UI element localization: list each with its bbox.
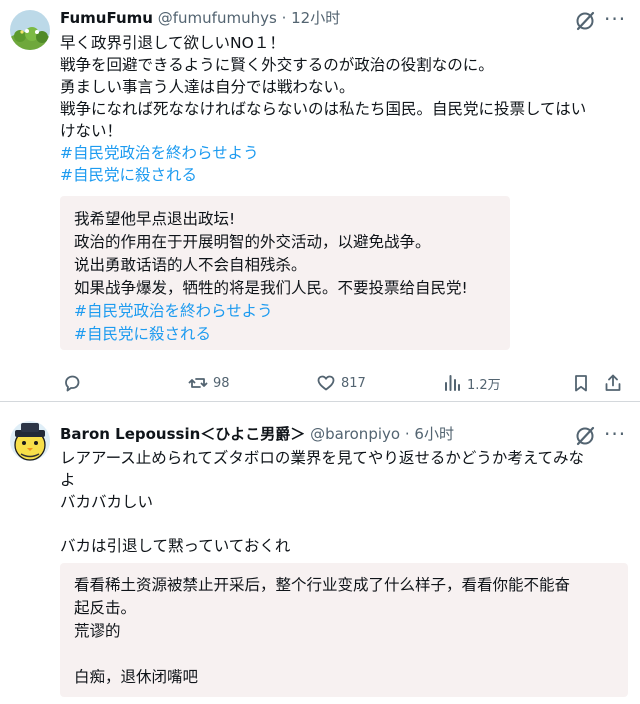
separator-dot: · [404, 425, 410, 443]
retweet-count: 98 [213, 375, 230, 391]
tweet-header: FumuFumu @fumufumuhys · 12小时 [60, 7, 340, 29]
translation-box: 看看稀土资源被禁止开采后，整个行业变成了什么样子，看看你能不能奋 起反击。 荒谬… [60, 563, 628, 697]
tweet-2[interactable]: Baron Lepoussin＜ひよこ男爵＞ @baronpiyo · 6小时 … [0, 403, 640, 704]
tweet-line: 勇ましい事言う人達は自分では戦わない。 [60, 78, 355, 96]
translation-line: 如果战争爆发，牺牲的将是我们人民。不要投票给自民党! [74, 279, 468, 297]
action-bar: 98 817 1.2万 [0, 372, 640, 394]
avatar-fumufumu[interactable] [10, 10, 50, 50]
tweet-line: レアアース止められてズタボロの業界を見てやり返せるかどうか考えてみな [60, 449, 585, 467]
translation-hashtag[interactable]: #自民党に殺される [74, 323, 510, 346]
tweet-text: レアアース止められてズタボロの業界を見てやり返せるかどうか考えてみな よ バカバ… [60, 447, 584, 557]
views-button[interactable]: 1.2万 [442, 372, 501, 394]
like-button[interactable]: 817 [316, 372, 366, 394]
bookmark-button[interactable] [571, 372, 591, 394]
like-icon [316, 373, 336, 393]
translation-hashtag[interactable]: #自民党政治を終わらせよう [74, 300, 510, 323]
tweet-text: 早く政界引退して欲しいNO１！ 戦争を回避できるように賢く外交するのが政治の役割… [60, 32, 586, 186]
translation-line [74, 643, 628, 666]
author-name[interactable]: Baron Lepoussin＜ひよこ男爵＞ [60, 425, 305, 443]
share-button[interactable] [603, 372, 623, 394]
translation-line: 起反击。 [74, 599, 137, 617]
tweet-line: 戦争を回避できるように賢く外交するのが政治の役割なのに。 [60, 56, 494, 74]
translation-line: 我希望他早点退出政坛! [74, 210, 236, 228]
tweet-line: バカバカしい [60, 493, 154, 511]
retweet-icon [188, 373, 208, 393]
tweet-header: Baron Lepoussin＜ひよこ男爵＞ @baronpiyo · 6小时 [60, 423, 454, 445]
hashtag-link[interactable]: #自民党に殺される [60, 164, 586, 186]
more-icon[interactable]: ··· [604, 424, 626, 444]
like-count: 817 [341, 375, 366, 391]
more-icon[interactable]: ··· [604, 9, 626, 29]
author-name[interactable]: FumuFumu [60, 9, 153, 27]
tweet-divider [0, 401, 640, 402]
tweet-line: 早く政界引退して欲しいNO１！ [60, 34, 285, 52]
tweet-line: けない！ [60, 122, 123, 140]
hashtag-link[interactable]: #自民党政治を終わらせよう [60, 142, 586, 164]
bookmark-icon [571, 373, 591, 393]
timestamp[interactable]: 6小时 [414, 425, 454, 443]
tweet-line [60, 513, 584, 535]
retweet-button[interactable]: 98 [188, 372, 230, 394]
author-handle[interactable]: @fumufumuhys [158, 9, 277, 27]
translation-line: 政治的作用在于开展明智的外交活动，以避免战争。 [74, 233, 431, 251]
avatar-baron[interactable] [10, 421, 50, 461]
separator-dot: · [281, 9, 287, 27]
tweet-line: よ [60, 471, 76, 489]
tweet-line: バカは引退して黙っていておくれ [60, 537, 291, 555]
translation-line: 白痴，退休闭嘴吧 [74, 668, 199, 686]
tweet-1[interactable]: FumuFumu @fumufumuhys · 12小时 ··· 早く政界引退し… [0, 0, 640, 402]
views-icon [442, 373, 462, 393]
reply-button[interactable] [62, 372, 82, 394]
author-handle[interactable]: @baronpiyo [310, 425, 400, 443]
grok-icon[interactable] [574, 425, 596, 447]
translation-line: 看看稀土资源被禁止开采后，整个行业变成了什么样子，看看你能不能奋 [74, 576, 571, 594]
tweet-line: 戦争になれば死ななければならないのは私たち国民。自民党に投票してはい [60, 100, 587, 118]
views-count: 1.2万 [467, 377, 501, 393]
translation-box: 我希望他早点退出政坛! 政治的作用在于开展明智的外交活动，以避免战争。 说出勇敢… [60, 196, 510, 350]
share-icon [603, 373, 623, 393]
grok-icon[interactable] [574, 10, 596, 32]
translation-line: 荒谬的 [74, 622, 121, 640]
timestamp[interactable]: 12小时 [291, 9, 340, 27]
reply-icon [62, 373, 82, 393]
translation-line: 说出勇敢话语的人不会自相残杀。 [74, 256, 307, 274]
